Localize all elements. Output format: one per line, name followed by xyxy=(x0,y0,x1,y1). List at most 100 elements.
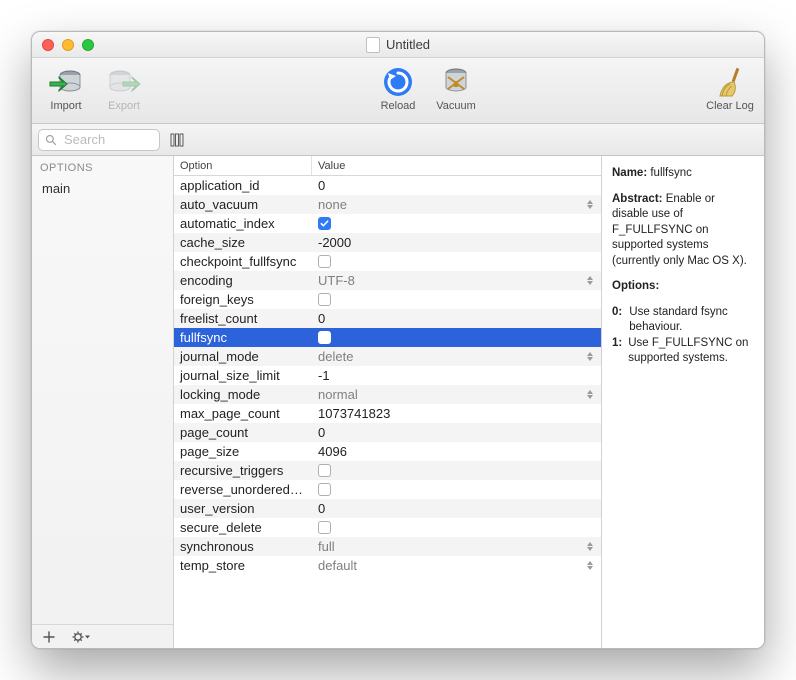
table-row[interactable]: journal_modedelete xyxy=(174,347,601,366)
option-value-cell[interactable]: -2000 xyxy=(312,235,601,250)
columns-toggle-button[interactable] xyxy=(166,129,188,151)
option-value-cell[interactable]: 0 xyxy=(312,311,601,326)
filterbar xyxy=(32,124,764,156)
search-field[interactable] xyxy=(38,129,160,151)
option-value-cell[interactable]: full xyxy=(312,539,601,554)
search-input[interactable] xyxy=(62,131,142,148)
table-row[interactable]: temp_storedefault xyxy=(174,556,601,575)
option-value-cell[interactable] xyxy=(312,293,601,306)
sidebar: OPTIONS main xyxy=(32,156,174,648)
option-value-cell[interactable]: delete xyxy=(312,349,601,364)
detail-abstract: Abstract: Enable or disable use of F_FUL… xyxy=(612,192,754,270)
number-value: -1 xyxy=(318,368,330,383)
option-value-cell[interactable] xyxy=(312,331,601,344)
export-label: Export xyxy=(108,100,140,112)
option-name: synchronous xyxy=(174,539,312,554)
table-row[interactable]: fullfsync xyxy=(174,328,601,347)
reload-button[interactable]: Reload xyxy=(372,62,424,112)
number-value: 4096 xyxy=(318,444,347,459)
option-name: user_version xyxy=(174,501,312,516)
columns-icon xyxy=(170,133,184,147)
option-name: reverse_unordered… xyxy=(174,482,312,497)
toolbar-group-left: Import Export xyxy=(40,62,150,112)
option-name: max_page_count xyxy=(174,406,312,421)
option-value-cell[interactable]: default xyxy=(312,558,601,573)
table-row[interactable]: cache_size-2000 xyxy=(174,233,601,252)
option-value-cell[interactable] xyxy=(312,464,601,477)
option-value-cell[interactable]: UTF-8 xyxy=(312,273,601,288)
table-row[interactable]: automatic_index xyxy=(174,214,601,233)
text-value: 0 xyxy=(318,425,325,440)
table-row[interactable]: synchronous full xyxy=(174,537,601,556)
table-row[interactable]: journal_size_limit-1 xyxy=(174,366,601,385)
import-button[interactable]: Import xyxy=(40,62,92,112)
option-value-cell[interactable]: -1 xyxy=(312,368,601,383)
checkbox[interactable] xyxy=(318,521,331,534)
table-row[interactable]: encodingUTF-8 xyxy=(174,271,601,290)
option-value-cell[interactable] xyxy=(312,521,601,534)
sidebar-item-main[interactable]: main xyxy=(32,178,173,199)
text-value: 0 xyxy=(318,311,325,326)
minimize-window-button[interactable] xyxy=(62,39,74,51)
table-row[interactable]: reverse_unordered… xyxy=(174,480,601,499)
table-row[interactable]: foreign_keys xyxy=(174,290,601,309)
option-value-cell[interactable]: none xyxy=(312,197,601,212)
select-value: normal xyxy=(318,387,358,402)
checkbox[interactable] xyxy=(318,255,331,268)
option-value-cell[interactable]: 4096 xyxy=(312,444,601,459)
option-value-cell[interactable]: 0 xyxy=(312,425,601,440)
option-name: cache_size xyxy=(174,235,312,250)
column-header-option[interactable]: Option xyxy=(174,156,312,175)
export-button[interactable]: Export xyxy=(98,62,150,112)
add-button[interactable] xyxy=(38,627,60,647)
checkbox[interactable] xyxy=(318,217,331,230)
table-row[interactable]: application_id0 xyxy=(174,176,601,195)
option-name: automatic_index xyxy=(174,216,312,231)
select-stepper-icon[interactable] xyxy=(583,197,597,213)
select-value: default xyxy=(318,558,357,573)
toolbar-group-center: Reload Vacuum xyxy=(372,62,482,112)
table-row[interactable]: max_page_count 1073741823 xyxy=(174,404,601,423)
window-title: Untitled xyxy=(32,37,764,53)
clear-log-label: Clear Log xyxy=(706,100,754,112)
table-row[interactable]: page_size4096 xyxy=(174,442,601,461)
vacuum-button[interactable]: Vacuum xyxy=(430,62,482,112)
close-window-button[interactable] xyxy=(42,39,54,51)
select-stepper-icon[interactable] xyxy=(583,558,597,574)
zoom-window-button[interactable] xyxy=(82,39,94,51)
column-header-value[interactable]: Value xyxy=(312,156,601,175)
import-label: Import xyxy=(50,100,81,112)
checkbox[interactable] xyxy=(318,331,331,344)
option-value-cell[interactable]: normal xyxy=(312,387,601,402)
table-row[interactable]: secure_delete xyxy=(174,518,601,537)
select-stepper-icon[interactable] xyxy=(583,349,597,365)
checkbox[interactable] xyxy=(318,293,331,306)
table-row[interactable]: freelist_count0 xyxy=(174,309,601,328)
titlebar: Untitled xyxy=(32,32,764,58)
number-value: 1073741823 xyxy=(318,406,390,421)
import-icon xyxy=(46,62,86,102)
table-row[interactable]: checkpoint_fullfsync xyxy=(174,252,601,271)
table-row[interactable]: auto_vacuumnone xyxy=(174,195,601,214)
table-row[interactable]: locking_modenormal xyxy=(174,385,601,404)
select-value: full xyxy=(318,539,335,554)
option-value-cell[interactable] xyxy=(312,483,601,496)
select-stepper-icon[interactable] xyxy=(583,539,597,555)
checkbox[interactable] xyxy=(318,483,331,496)
reload-label: Reload xyxy=(381,100,416,112)
number-value: 0 xyxy=(318,501,325,516)
select-stepper-icon[interactable] xyxy=(583,273,597,289)
select-stepper-icon[interactable] xyxy=(583,387,597,403)
option-value-cell[interactable]: 0 xyxy=(312,501,601,516)
table-row[interactable]: user_version 0 xyxy=(174,499,601,518)
table-row[interactable]: page_count0 xyxy=(174,423,601,442)
table-row[interactable]: recursive_triggers xyxy=(174,461,601,480)
option-value-cell[interactable] xyxy=(312,255,601,268)
option-value-cell[interactable] xyxy=(312,217,601,230)
clear-log-button[interactable]: Clear Log xyxy=(704,62,756,112)
checkbox[interactable] xyxy=(318,464,331,477)
option-name: checkpoint_fullfsync xyxy=(174,254,312,269)
actions-menu-button[interactable] xyxy=(70,627,92,647)
option-value-cell[interactable]: 0 xyxy=(312,178,601,193)
option-value-cell[interactable]: 1073741823 xyxy=(312,406,601,421)
